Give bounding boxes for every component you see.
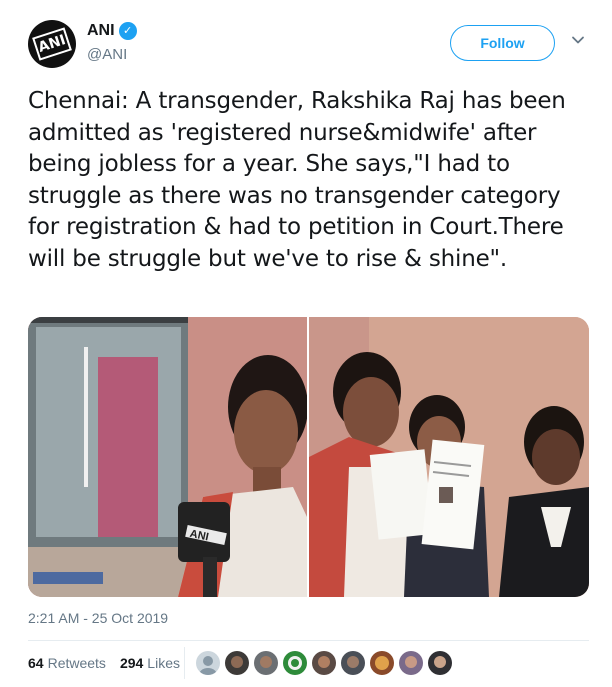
tweet-media[interactable]: ANI xyxy=(28,317,589,597)
follow-button[interactable]: Follow xyxy=(450,25,555,61)
verified-badge-icon: ✓ xyxy=(118,22,137,40)
retweets-label: Retweets xyxy=(47,655,106,671)
account-avatar[interactable]: ANI xyxy=(28,20,76,68)
retweets-stat[interactable]: 64 Retweets xyxy=(28,655,106,671)
stats-separator xyxy=(184,647,185,679)
likes-count: 294 xyxy=(119,655,144,671)
retweets-count: 64 xyxy=(28,655,44,671)
liker-avatar[interactable] xyxy=(225,651,249,675)
tweet-photo-2[interactable] xyxy=(309,317,589,597)
tweet-header: ANI ANI ✓ @ANI Follow xyxy=(0,0,612,76)
liker-avatar[interactable] xyxy=(428,651,452,675)
photo-1-illustration: ANI xyxy=(28,317,307,597)
ani-logo: ANI xyxy=(32,27,72,61)
tweet-timestamp[interactable]: 2:21 AM - 25 Oct 2019 xyxy=(28,610,168,626)
liker-avatar[interactable] xyxy=(341,651,365,675)
divider-top xyxy=(28,640,589,641)
liker-avatar[interactable] xyxy=(312,651,336,675)
liker-avatar[interactable] xyxy=(370,651,394,675)
likers-avatars[interactable] xyxy=(196,651,457,675)
photo-2-illustration xyxy=(309,317,589,597)
account-name-row[interactable]: ANI ✓ xyxy=(87,22,137,40)
liker-avatar[interactable] xyxy=(196,651,220,675)
account-name[interactable]: ANI xyxy=(87,22,115,40)
account-handle[interactable]: @ANI xyxy=(87,46,127,63)
tweet-stats: 64 Retweets 294 Likes xyxy=(28,655,188,671)
likes-stat[interactable]: 294 Likes xyxy=(120,655,180,671)
liker-avatar[interactable] xyxy=(399,651,423,675)
liker-avatar[interactable] xyxy=(254,651,278,675)
chevron-down-icon[interactable] xyxy=(571,33,585,47)
tweet-text: Chennai: A transgender, Rakshika Raj has… xyxy=(28,88,566,272)
likes-label: Likes xyxy=(147,655,180,671)
tweet-photo-1[interactable]: ANI xyxy=(28,317,307,597)
liker-avatar[interactable] xyxy=(283,651,307,675)
